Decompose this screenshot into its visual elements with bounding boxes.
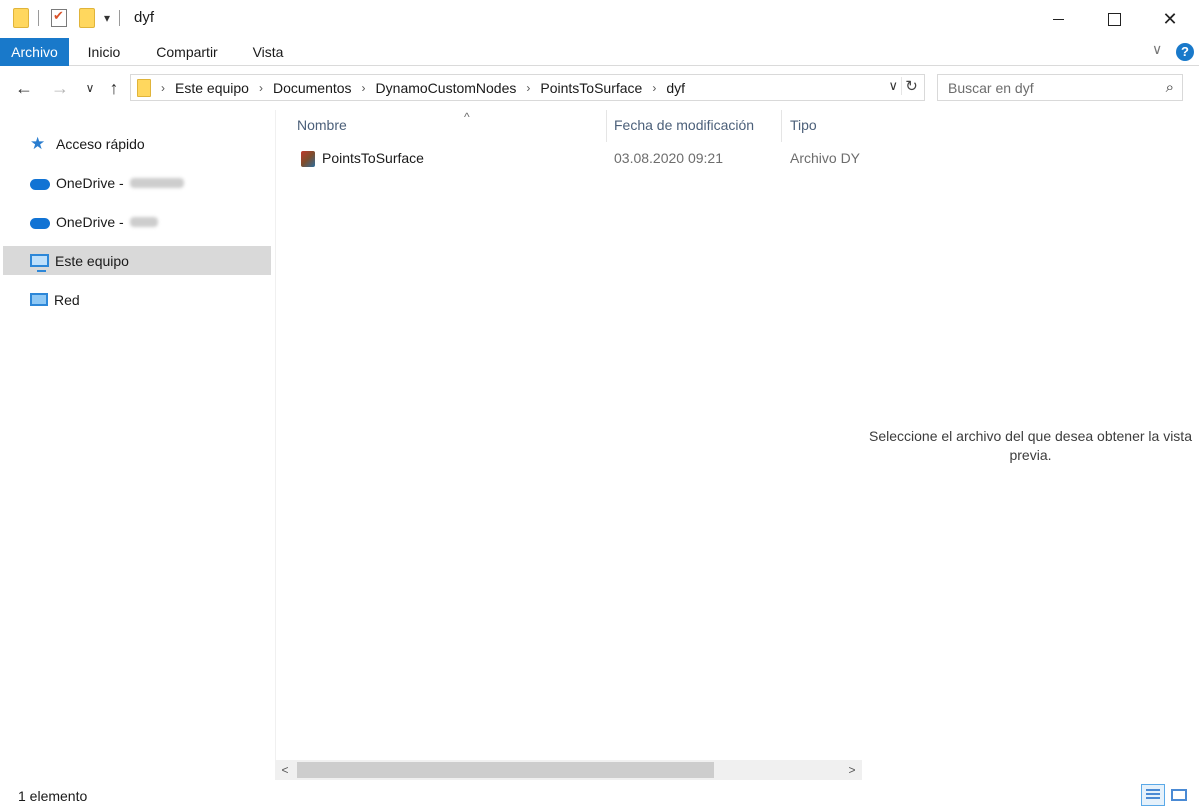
- search-placeholder: Buscar en dyf: [948, 80, 1034, 96]
- chevron-right-icon[interactable]: ›: [652, 81, 656, 95]
- column-header-tipo[interactable]: Tipo: [790, 115, 817, 143]
- chevron-right-icon[interactable]: ›: [526, 81, 530, 95]
- navigation-pane: ★ Acceso rápido OneDrive - OneDrive - Es…: [0, 110, 272, 775]
- network-icon: [30, 293, 48, 306]
- preview-pane: Seleccione el archivo del que desea obte…: [862, 110, 1199, 775]
- breadcrumb-dyf[interactable]: dyf: [666, 80, 685, 96]
- file-list: Nombre ^ Fecha de modificación Tipo Poin…: [275, 110, 862, 760]
- chevron-right-icon[interactable]: ›: [362, 81, 366, 95]
- tab-vista[interactable]: Vista: [244, 38, 292, 66]
- file-modified-date: 03.08.2020 09:21: [614, 150, 723, 166]
- nav-item-onedrive-business[interactable]: OneDrive -: [0, 207, 272, 236]
- back-button[interactable]: ←: [12, 76, 36, 100]
- details-view-icon: [1146, 789, 1160, 801]
- toolbar-divider: [119, 10, 121, 26]
- scroll-right-arrow-icon[interactable]: >: [842, 760, 862, 780]
- nav-item-label: Acceso rápido: [56, 135, 145, 152]
- file-type: Archivo DY: [790, 150, 861, 166]
- navigation-bar: ← → ∨ ↑ › Este equipo › Documentos › Dyn…: [0, 66, 1199, 110]
- address-bar[interactable]: › Este equipo › Documentos › DynamoCusto…: [130, 74, 925, 101]
- nav-item-label: OneDrive -: [56, 174, 124, 191]
- breadcrumb-pointstosurface[interactable]: PointsToSurface: [540, 80, 642, 96]
- folder-icon: [13, 8, 29, 28]
- nav-item-red[interactable]: Red: [0, 285, 272, 314]
- minimize-button[interactable]: [1030, 0, 1086, 38]
- customize-toolbar-dropdown-icon[interactable]: ▾: [104, 11, 110, 25]
- folder-icon: [137, 78, 151, 97]
- computer-icon: [30, 254, 49, 272]
- column-divider[interactable]: [606, 110, 607, 142]
- column-header-fecha[interactable]: Fecha de modificación: [614, 115, 754, 143]
- column-header-label: Nombre: [297, 117, 347, 133]
- title-bar: ▾ dyf ✕: [0, 0, 1199, 38]
- nav-item-acceso-rapido[interactable]: ★ Acceso rápido: [0, 129, 272, 158]
- forward-button[interactable]: →: [48, 76, 72, 100]
- close-button[interactable]: ✕: [1142, 0, 1198, 38]
- tab-archivo[interactable]: Archivo: [0, 38, 69, 66]
- maximize-button[interactable]: [1086, 0, 1142, 38]
- nav-item-label: Este equipo: [55, 252, 129, 269]
- search-input[interactable]: Buscar en dyf ⌕: [937, 74, 1183, 101]
- window-title: dyf: [134, 9, 155, 26]
- help-icon[interactable]: ?: [1176, 43, 1194, 61]
- up-button[interactable]: ↑: [102, 76, 126, 100]
- status-bar: 1 elemento: [0, 780, 1199, 810]
- quick-access-toolbar: ▾: [13, 8, 121, 28]
- recent-locations-button[interactable]: ∨: [78, 76, 102, 100]
- new-folder-icon[interactable]: [79, 8, 95, 28]
- column-divider[interactable]: [781, 110, 782, 142]
- breadcrumb-dynamocustomnodes[interactable]: DynamoCustomNodes: [376, 80, 517, 96]
- ribbon: Archivo Inicio Compartir Vista: [0, 38, 1199, 66]
- nav-item-este-equipo[interactable]: Este equipo: [3, 246, 271, 275]
- large-icons-view-icon: [1171, 789, 1187, 801]
- nav-item-label: OneDrive -: [56, 213, 124, 230]
- properties-icon[interactable]: [51, 8, 67, 27]
- horizontal-scrollbar[interactable]: < >: [275, 760, 862, 780]
- chevron-right-icon[interactable]: ›: [161, 81, 165, 95]
- breadcrumb-documentos[interactable]: Documentos: [273, 80, 352, 96]
- tab-compartir[interactable]: Compartir: [147, 38, 227, 66]
- large-icons-view-button[interactable]: [1167, 784, 1191, 806]
- address-dropdown-icon[interactable]: ∨: [888, 78, 898, 94]
- star-icon: ★: [30, 133, 46, 153]
- redacted-account-name: [129, 216, 158, 227]
- onedrive-cloud-icon: [30, 179, 50, 190]
- nav-item-onedrive-personal[interactable]: OneDrive -: [0, 168, 272, 197]
- sort-ascending-icon: ^: [464, 110, 470, 124]
- preview-message: Seleccione el archivo del que desea obte…: [869, 428, 1192, 463]
- chevron-right-icon[interactable]: ›: [259, 81, 263, 95]
- nav-item-label: Red: [54, 291, 80, 308]
- onedrive-cloud-icon: [30, 218, 50, 229]
- refresh-icon[interactable]: ↻: [901, 77, 921, 95]
- details-view-button[interactable]: [1141, 784, 1165, 806]
- expand-ribbon-chevron-icon[interactable]: ∨: [1152, 41, 1162, 58]
- file-name: PointsToSurface: [322, 150, 424, 166]
- dyf-file-icon: [301, 151, 315, 167]
- scrollbar-thumb[interactable]: [297, 762, 714, 778]
- redacted-account-name: [129, 177, 184, 188]
- column-header-nombre[interactable]: Nombre ^: [297, 110, 470, 143]
- tab-inicio[interactable]: Inicio: [79, 38, 129, 66]
- search-icon[interactable]: ⌕: [1166, 79, 1174, 96]
- item-count: 1 elemento: [18, 788, 88, 804]
- scroll-left-arrow-icon[interactable]: <: [275, 760, 295, 780]
- file-row[interactable]: PointsToSurface 03.08.2020 09:21 Archivo…: [276, 148, 863, 170]
- breadcrumb-este-equipo[interactable]: Este equipo: [175, 80, 249, 96]
- toolbar-divider: [38, 10, 39, 26]
